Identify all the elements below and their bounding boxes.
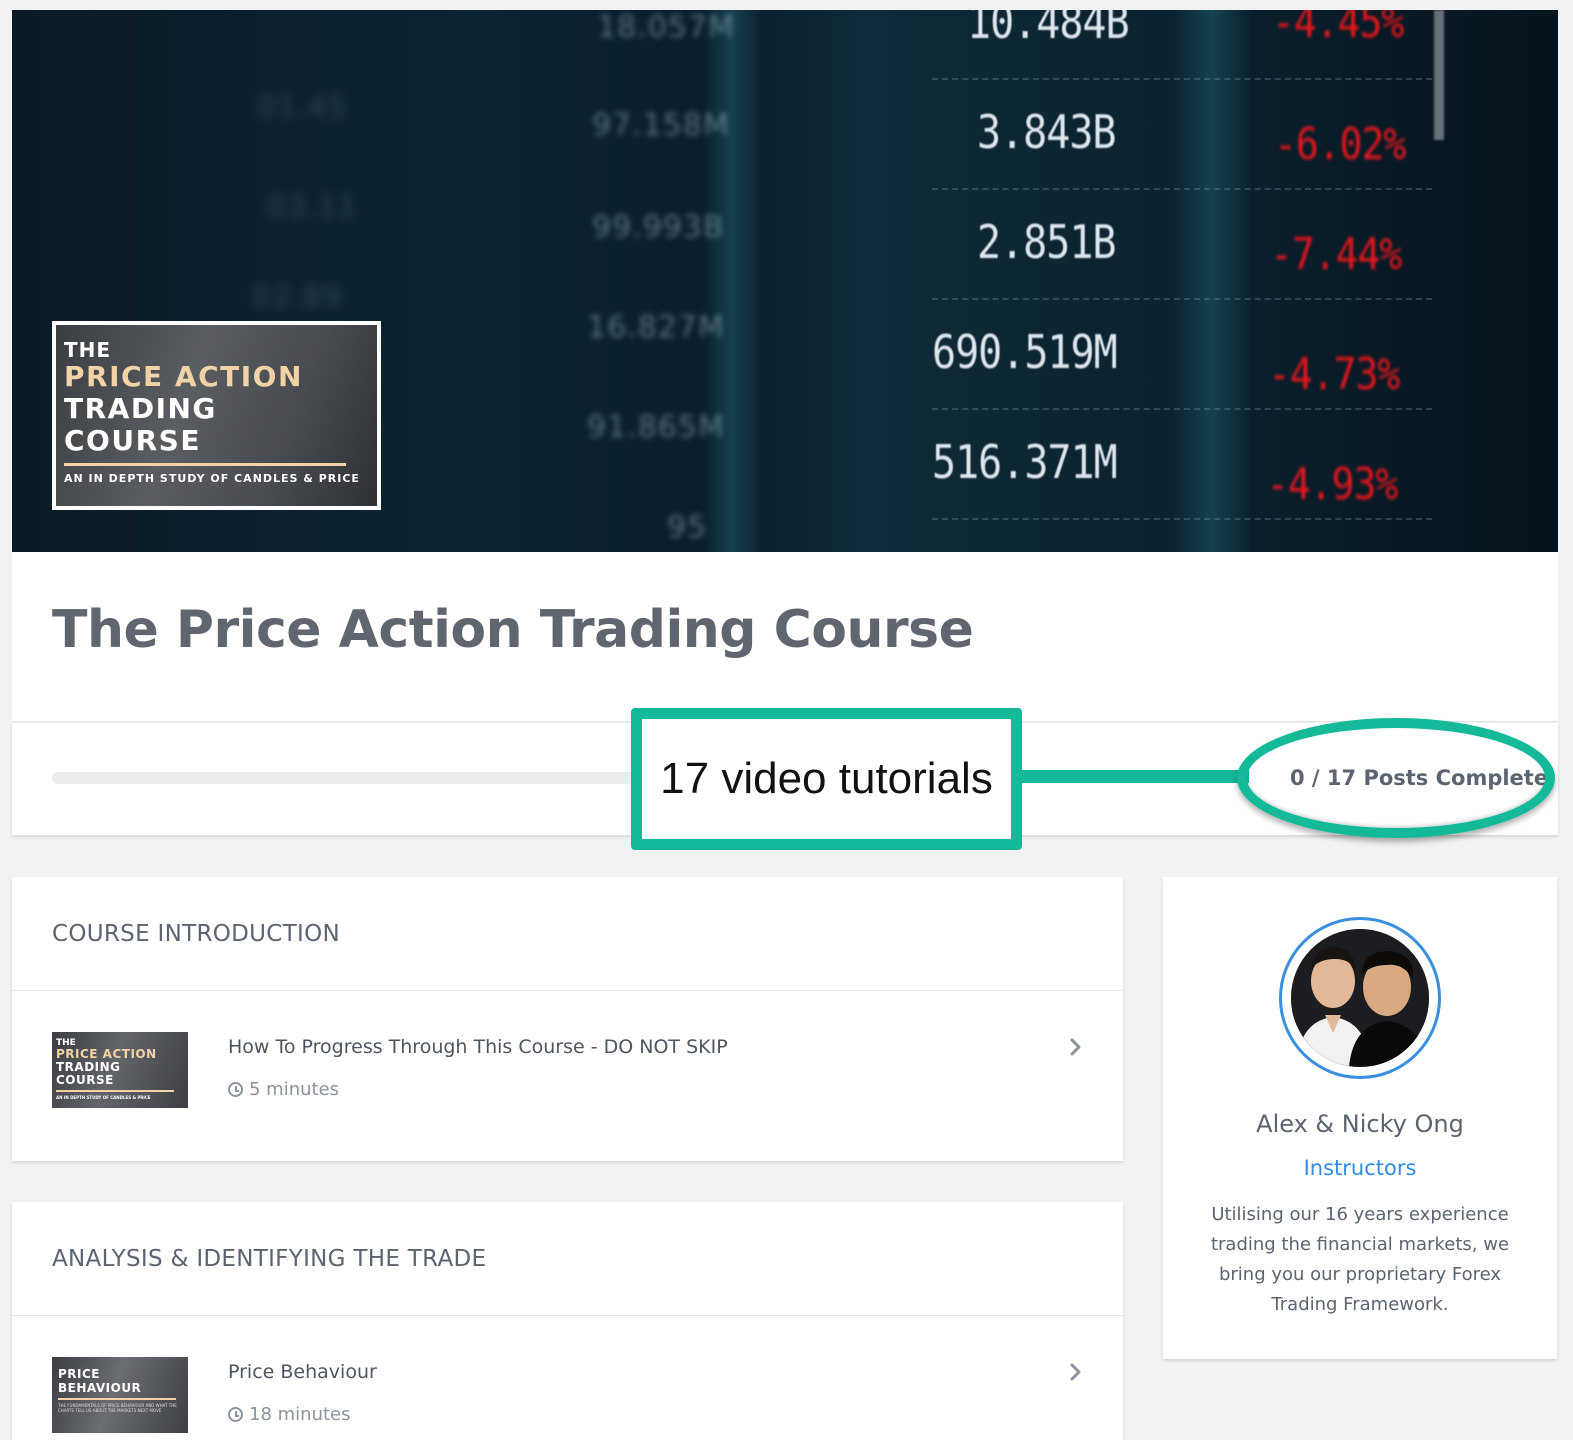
- course-hero-banner: 01.45 03.11 02.89 18.057M 97.158M 99.993…: [12, 10, 1558, 552]
- ticker-percent: -7.44%: [1270, 228, 1402, 280]
- lesson-thumb-text: PRICE: [58, 1367, 101, 1381]
- instructor-card: Alex & Nicky Ong Instructors Utilising o…: [1163, 877, 1557, 1359]
- ticker-value: 2.851B: [977, 216, 1116, 270]
- course-title: The Price Action Trading Course: [52, 600, 974, 660]
- lesson-thumb-text: COURSE: [56, 1073, 114, 1087]
- hero-scroll-bar: [1434, 10, 1444, 140]
- instructor-name: Alex & Nicky Ong: [1256, 1110, 1464, 1138]
- clock-icon: [228, 1082, 243, 1097]
- clock-icon: [228, 1407, 243, 1422]
- lesson-duration: 18 minutes: [228, 1404, 351, 1425]
- lesson-thumb-rule: [56, 1090, 174, 1092]
- instructor-role-link[interactable]: Instructors: [1163, 1156, 1557, 1180]
- thumbnail-line: THE: [64, 338, 112, 362]
- ticker-percent: -4.93%: [1266, 458, 1398, 510]
- lesson-duration-text: 18 minutes: [249, 1404, 351, 1425]
- thumbnail-line: PRICE ACTION: [64, 360, 303, 393]
- instructor-photo: [1291, 929, 1429, 1067]
- instructor-bio: Utilising our 16 years experience tradin…: [1210, 1204, 1510, 1315]
- course-thumbnail: THE PRICE ACTION TRADING COURSE AN IN DE…: [52, 321, 381, 510]
- ticker-percent: -4.73%: [1268, 348, 1400, 400]
- lesson-item[interactable]: THE PRICE ACTION TRADING COURSE AN IN DE…: [12, 991, 1123, 1161]
- lesson-item[interactable]: PRICE BEHAVIOUR THE FUNDAMENTALS OF PRIC…: [12, 1316, 1123, 1440]
- chevron-right-icon[interactable]: [1066, 1362, 1086, 1382]
- lesson-duration-text: 5 minutes: [249, 1079, 340, 1100]
- ticker-percent: -6.02%: [1274, 118, 1406, 170]
- lesson-title[interactable]: Price Behaviour: [228, 1361, 377, 1383]
- thumbnail-tagline: AN IN DEPTH STUDY OF CANDLES & PRICE: [64, 472, 360, 485]
- lesson-thumb-text: THE FUNDAMENTALS OF PRICE BEHAVIOUR AND …: [58, 1403, 177, 1413]
- section-heading: ANALYSIS & IDENTIFYING THE TRADE: [52, 1246, 487, 1272]
- lesson-thumbnail: PRICE BEHAVIOUR THE FUNDAMENTALS OF PRIC…: [52, 1357, 188, 1433]
- thumbnail-line: COURSE: [64, 424, 201, 457]
- ticker-value: 10.484B: [967, 10, 1130, 50]
- hero-glow: [702, 10, 762, 552]
- section-header: ANALYSIS & IDENTIFYING THE TRADE: [12, 1202, 1123, 1316]
- thumbnail-line: TRADING: [64, 392, 217, 425]
- progress-bar: [52, 772, 692, 784]
- lesson-duration: 5 minutes: [228, 1079, 339, 1100]
- annotation-callout: 17 video tutorials: [631, 708, 1022, 850]
- section-heading: COURSE INTRODUCTION: [52, 921, 340, 947]
- section-analysis-identifying-the-trade: ANALYSIS & IDENTIFYING THE TRADE PRICE B…: [12, 1202, 1123, 1440]
- ticker-value: 516.371M: [932, 436, 1118, 490]
- hero-glow: [1172, 10, 1252, 552]
- lesson-title[interactable]: How To Progress Through This Course - DO…: [228, 1036, 728, 1058]
- thumbnail-rule: [64, 463, 346, 466]
- section-header: COURSE INTRODUCTION: [12, 877, 1123, 991]
- annotation-ellipse: [1237, 718, 1555, 838]
- ticker-value: 3.843B: [977, 106, 1116, 160]
- annotation-connector: [1021, 770, 1249, 783]
- section-course-introduction: COURSE INTRODUCTION THE PRICE ACTION TRA…: [12, 877, 1123, 1161]
- avatar: [1279, 917, 1441, 1079]
- annotation-label: 17 video tutorials: [660, 754, 993, 803]
- ticker-percent: -4.45%: [1272, 10, 1404, 48]
- lesson-thumb-text: BEHAVIOUR: [58, 1381, 142, 1395]
- ticker-value: 690.519M: [932, 326, 1118, 380]
- chevron-right-icon[interactable]: [1066, 1037, 1086, 1057]
- course-title-card: The Price Action Trading Course: [12, 552, 1558, 722]
- lesson-thumb-rule: [58, 1398, 176, 1400]
- lesson-thumb-text: AN IN DEPTH STUDY OF CANDLES & PRICE: [56, 1095, 151, 1100]
- lesson-thumbnail: THE PRICE ACTION TRADING COURSE AN IN DE…: [52, 1032, 188, 1108]
